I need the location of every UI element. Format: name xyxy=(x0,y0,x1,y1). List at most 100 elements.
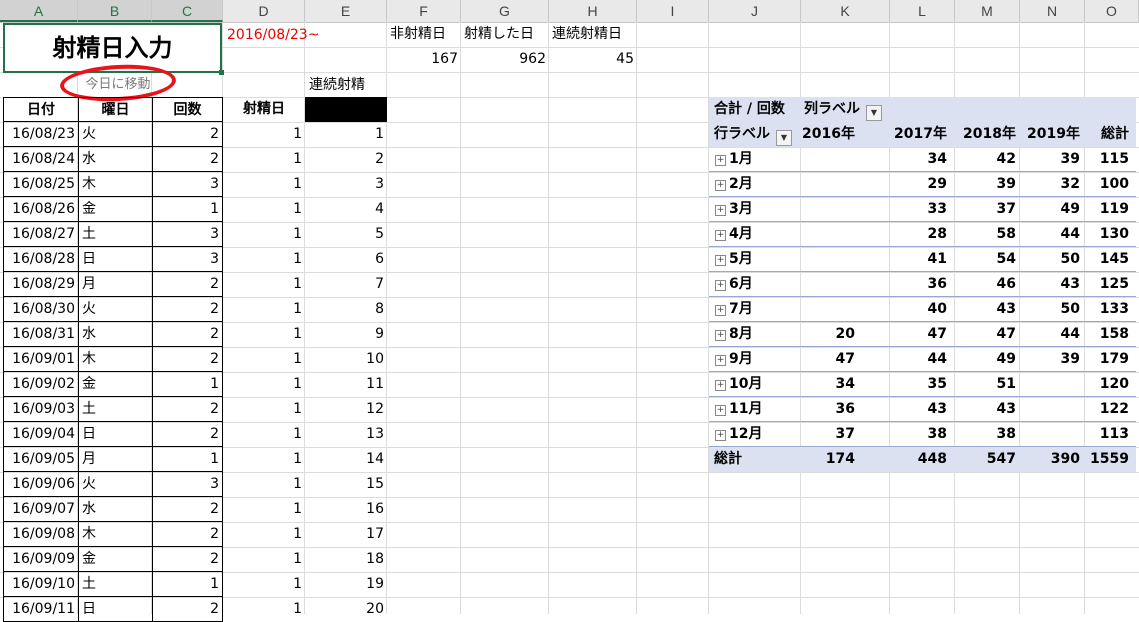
cell-date[interactable]: 16/09/06 xyxy=(3,472,79,497)
pivot-value[interactable]: 51 xyxy=(949,372,1019,397)
cell-date[interactable]: 16/08/26 xyxy=(3,197,79,222)
cell-count[interactable]: 2 xyxy=(152,347,223,372)
cell-ejac-day[interactable]: 1 xyxy=(223,422,305,447)
cell-streak[interactable]: 5 xyxy=(305,222,387,247)
cell-count[interactable]: 2 xyxy=(152,422,223,447)
column-header-I[interactable]: I xyxy=(637,0,709,22)
pivot-value[interactable]: 49 xyxy=(949,347,1019,372)
pivot-value[interactable]: 119 xyxy=(1062,197,1132,222)
column-header-N[interactable]: N xyxy=(1020,0,1085,22)
pivot-column-label[interactable]: 列ラベル ▼ xyxy=(801,97,911,122)
cell-streak[interactable]: 9 xyxy=(305,322,387,347)
fill-handle[interactable] xyxy=(219,70,224,75)
column-header-H[interactable]: H xyxy=(549,0,637,22)
cell-streak[interactable]: 17 xyxy=(305,522,387,547)
cell-weekday[interactable]: 木 xyxy=(78,522,153,547)
cell-date[interactable]: 16/08/29 xyxy=(3,272,79,297)
cell-weekday[interactable]: 木 xyxy=(78,172,153,197)
column-header-B[interactable]: B xyxy=(78,0,152,22)
cell-streak[interactable]: 18 xyxy=(305,547,387,572)
pivot-value[interactable]: 33 xyxy=(880,197,950,222)
cell-count[interactable]: 1 xyxy=(152,447,223,472)
cell-ejac-day[interactable]: 1 xyxy=(223,572,305,597)
pivot-value[interactable] xyxy=(788,272,858,297)
column-header-M[interactable]: M xyxy=(955,0,1020,22)
cell-ejac-day[interactable]: 1 xyxy=(223,297,305,322)
cell-weekday[interactable]: 日 xyxy=(78,247,153,272)
cell-date[interactable]: 16/09/04 xyxy=(3,422,79,447)
stat-label[interactable]: 連続射精日 xyxy=(549,22,637,47)
pivot-value[interactable] xyxy=(788,297,858,322)
column-header-C[interactable]: C xyxy=(152,0,223,22)
cell-ejac-day[interactable]: 1 xyxy=(223,222,305,247)
pivot-value[interactable]: 113 xyxy=(1062,422,1132,447)
cell-date[interactable]: 16/09/08 xyxy=(3,522,79,547)
expand-icon[interactable]: + xyxy=(715,330,726,341)
cell-date[interactable]: 16/09/10 xyxy=(3,572,79,597)
cell-date[interactable]: 16/08/30 xyxy=(3,297,79,322)
cell-streak[interactable]: 13 xyxy=(305,422,387,447)
cell-ejac-day[interactable]: 1 xyxy=(223,597,305,622)
cell-ejac-day[interactable]: 1 xyxy=(223,497,305,522)
column-header-O[interactable]: O xyxy=(1085,0,1139,22)
cell-weekday[interactable]: 月 xyxy=(78,447,153,472)
pivot-value[interactable]: 46 xyxy=(949,272,1019,297)
pivot-year-header[interactable]: 2016年 xyxy=(788,122,858,147)
column-header-K[interactable]: K xyxy=(801,0,890,22)
pivot-value[interactable]: 100 xyxy=(1062,172,1132,197)
cell-date[interactable]: 16/09/07 xyxy=(3,497,79,522)
cell-weekday[interactable]: 木 xyxy=(78,347,153,372)
cell-streak[interactable]: 1 xyxy=(305,122,387,147)
header-ejac-day[interactable]: 射精日 xyxy=(223,97,305,122)
pivot-total-value[interactable]: 448 xyxy=(880,447,950,472)
cell-date[interactable]: 16/09/09 xyxy=(3,547,79,572)
cell-count[interactable]: 1 xyxy=(152,572,223,597)
cell-ejac-day[interactable]: 1 xyxy=(223,122,305,147)
cell-weekday[interactable]: 土 xyxy=(78,397,153,422)
pivot-value[interactable]: 41 xyxy=(880,247,950,272)
cell-count[interactable]: 2 xyxy=(152,322,223,347)
cell-count[interactable]: 3 xyxy=(152,247,223,272)
cell-date[interactable]: 16/08/31 xyxy=(3,322,79,347)
cell-ejac-day[interactable]: 1 xyxy=(223,247,305,272)
pivot-value[interactable]: 43 xyxy=(949,397,1019,422)
pivot-value[interactable]: 47 xyxy=(880,322,950,347)
pivot-value[interactable]: 29 xyxy=(880,172,950,197)
expand-icon[interactable]: + xyxy=(715,305,726,316)
cell-ejac-day[interactable]: 1 xyxy=(223,372,305,397)
stat-value[interactable]: 45 xyxy=(549,47,637,72)
pivot-value[interactable]: 43 xyxy=(949,297,1019,322)
pivot-total-value[interactable]: 1559 xyxy=(1062,447,1132,472)
cell-ejac-day[interactable]: 1 xyxy=(223,522,305,547)
cell-date[interactable]: 16/09/02 xyxy=(3,372,79,397)
column-header-D[interactable]: D xyxy=(223,0,305,22)
pivot-value[interactable]: 20 xyxy=(788,322,858,347)
pivot-value[interactable]: 40 xyxy=(880,297,950,322)
cell-count[interactable]: 2 xyxy=(152,547,223,572)
cell-count[interactable]: 2 xyxy=(152,397,223,422)
cell-streak[interactable]: 15 xyxy=(305,472,387,497)
stat-value[interactable]: 167 xyxy=(387,47,461,72)
stat-label[interactable]: 射精した日 xyxy=(461,22,549,47)
cell-streak[interactable]: 20 xyxy=(305,597,387,622)
cell-ejac-day[interactable]: 1 xyxy=(223,347,305,372)
column-header-E[interactable]: E xyxy=(305,0,387,22)
pivot-value[interactable]: 36 xyxy=(788,397,858,422)
pivot-value[interactable]: 42 xyxy=(949,147,1019,172)
pivot-value[interactable]: 37 xyxy=(788,422,858,447)
pivot-value[interactable]: 35 xyxy=(880,372,950,397)
cell-count[interactable]: 2 xyxy=(152,147,223,172)
cell-count[interactable]: 2 xyxy=(152,272,223,297)
pivot-value[interactable]: 37 xyxy=(949,197,1019,222)
pivot-value[interactable]: 130 xyxy=(1062,222,1132,247)
cell-weekday[interactable]: 火 xyxy=(78,122,153,147)
pivot-value[interactable]: 47 xyxy=(949,322,1019,347)
cell-date[interactable]: 16/08/27 xyxy=(3,222,79,247)
pivot-value[interactable]: 36 xyxy=(880,272,950,297)
column-header-A[interactable]: A xyxy=(0,0,78,22)
pivot-value[interactable]: 38 xyxy=(880,422,950,447)
cell-date[interactable]: 16/08/23 xyxy=(3,122,79,147)
cell-date[interactable]: 16/08/25 xyxy=(3,172,79,197)
pivot-value[interactable]: 54 xyxy=(949,247,1019,272)
cell-streak[interactable]: 8 xyxy=(305,297,387,322)
